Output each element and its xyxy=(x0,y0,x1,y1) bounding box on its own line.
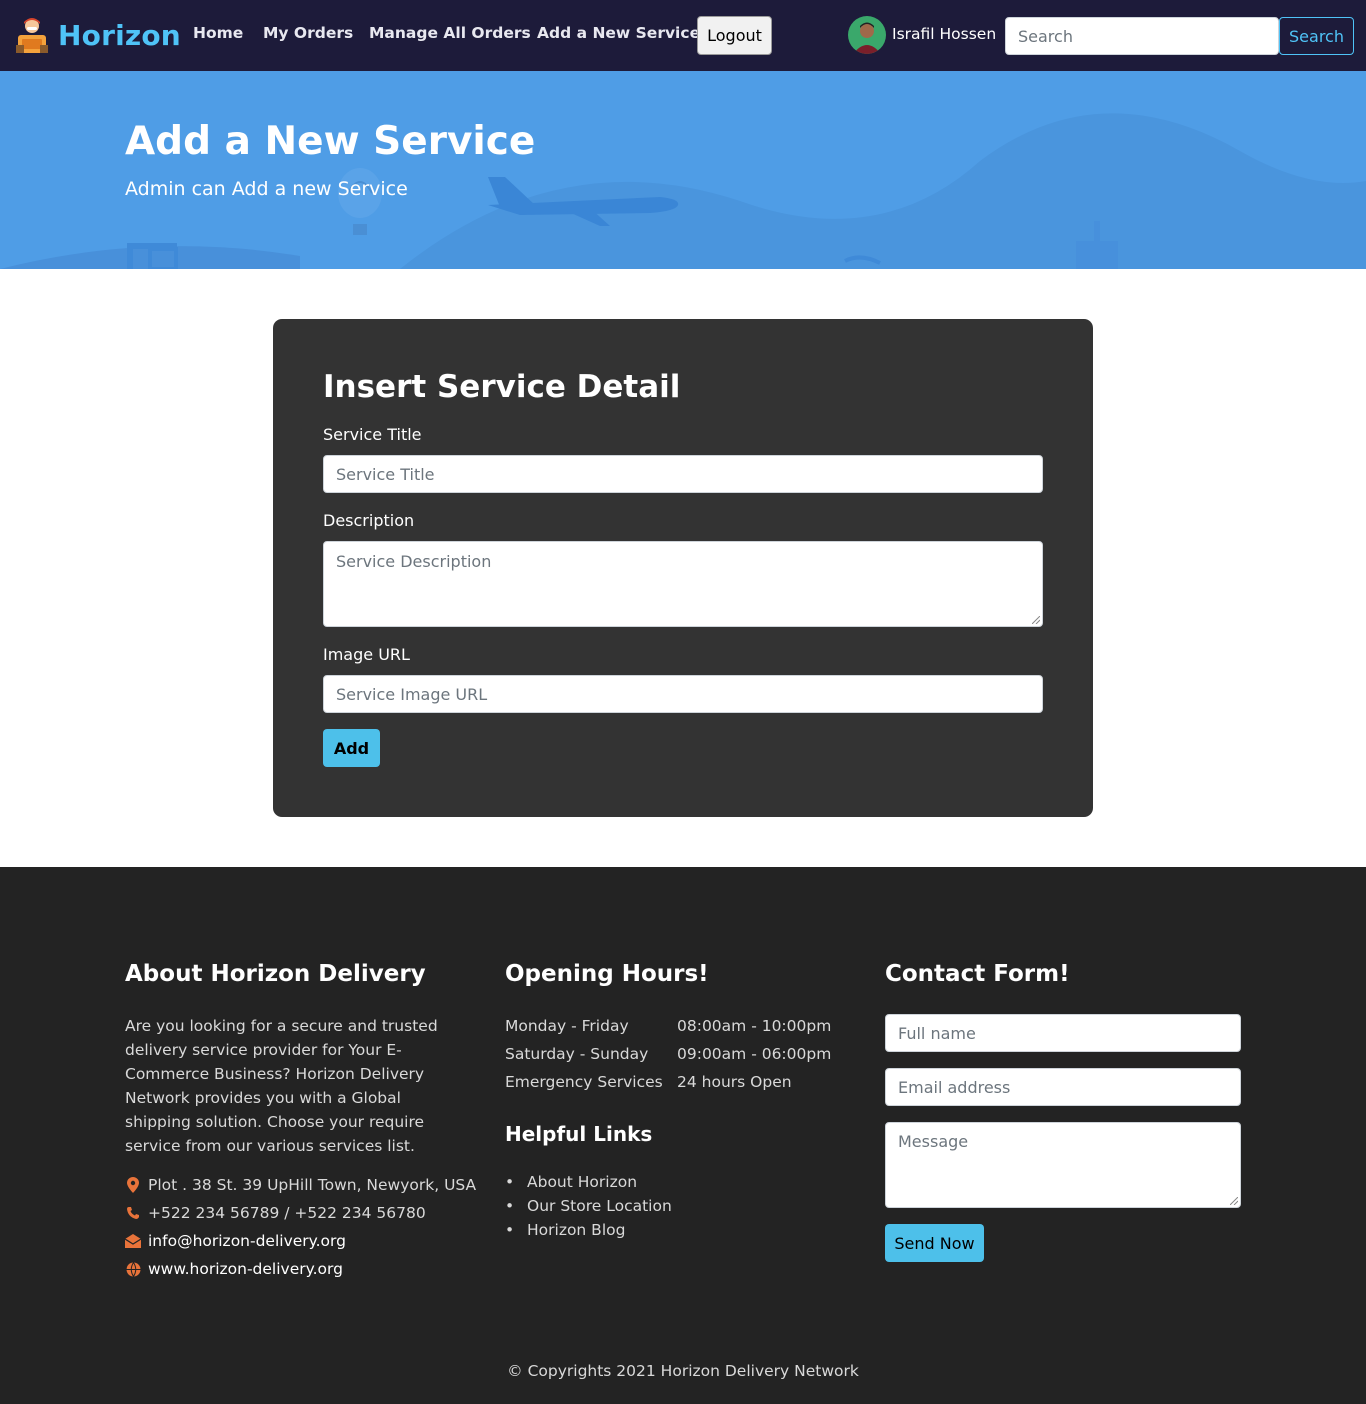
description-placeholder: Service Description xyxy=(336,552,492,571)
nav-link-home[interactable]: Home xyxy=(193,24,243,42)
hours-day: Emergency Services xyxy=(505,1073,663,1091)
logout-button[interactable]: Logout xyxy=(697,16,772,55)
page-title: Add a New Service xyxy=(125,119,536,164)
hero-banner: Add a New Service Admin can Add a new Se… xyxy=(0,71,1366,269)
hours-day: Saturday - Sunday xyxy=(505,1045,649,1063)
full-name-input[interactable]: Full name xyxy=(885,1014,1241,1052)
globe-icon xyxy=(125,1261,141,1277)
address-row: Plot . 38 St. 39 UpHill Town, Newyork, U… xyxy=(125,1176,476,1194)
hours-time: 24 hours Open xyxy=(677,1073,792,1091)
contact-heading: Contact Form! xyxy=(885,961,1070,987)
send-now-button[interactable]: Send Now xyxy=(885,1224,984,1262)
link-about-horizon[interactable]: About Horizon xyxy=(505,1173,637,1191)
copyright: © Copyrights 2021 Horizon Delivery Netwo… xyxy=(507,1362,859,1380)
page-subtitle: Admin can Add a new Service xyxy=(125,178,408,200)
search-input[interactable]: Search xyxy=(1005,17,1279,55)
website-link[interactable]: www.horizon-delivery.org xyxy=(148,1260,343,1278)
service-title-label: Service Title xyxy=(323,425,422,444)
image-url-label: Image URL xyxy=(323,645,410,664)
hero-illustration xyxy=(0,113,1366,269)
hours-time: 08:00am - 10:00pm xyxy=(677,1017,832,1035)
delivery-man-icon xyxy=(14,15,50,55)
about-heading: About Horizon Delivery xyxy=(125,961,426,987)
avatar xyxy=(848,16,886,54)
hours-day: Monday - Friday xyxy=(505,1017,629,1035)
nav-link-manage-all-orders[interactable]: Manage All Orders xyxy=(369,24,531,42)
links-heading: Helpful Links xyxy=(505,1122,653,1146)
image-url-input[interactable]: Service Image URL xyxy=(323,675,1043,713)
nav-link-add-new-service[interactable]: Add a New Service xyxy=(537,24,700,42)
service-form-card: Insert Service Detail Service Title Serv… xyxy=(273,319,1093,817)
link-horizon-blog[interactable]: Horizon Blog xyxy=(505,1221,625,1239)
brand[interactable]: Horizon xyxy=(14,13,181,57)
map-pin-icon xyxy=(125,1177,141,1193)
link-store-location[interactable]: Our Store Location xyxy=(505,1197,672,1215)
resize-handle-icon[interactable] xyxy=(1230,1197,1238,1205)
brand-name: Horizon xyxy=(58,18,181,52)
email-row: info@horizon-delivery.org xyxy=(125,1232,346,1250)
navbar: Horizon Home My Orders Manage All Orders… xyxy=(0,0,1366,71)
hours-heading: Opening Hours! xyxy=(505,961,709,987)
description-textarea[interactable]: Service Description xyxy=(323,541,1043,627)
service-title-input[interactable]: Service Title xyxy=(323,455,1043,493)
email-link[interactable]: info@horizon-delivery.org xyxy=(148,1232,346,1250)
phone-text: +522 234 56789 / +522 234 56780 xyxy=(148,1204,426,1222)
description-label: Description xyxy=(323,511,415,530)
envelope-icon xyxy=(125,1233,141,1249)
website-row: www.horizon-delivery.org xyxy=(125,1260,343,1278)
phone-row: +522 234 56789 / +522 234 56780 xyxy=(125,1204,426,1222)
message-textarea[interactable]: Message xyxy=(885,1122,1241,1208)
add-button[interactable]: Add xyxy=(323,729,380,767)
message-placeholder: Message xyxy=(898,1132,969,1151)
footer: About Horizon Delivery Are you looking f… xyxy=(0,867,1366,1404)
form-title: Insert Service Detail xyxy=(323,369,681,405)
search-button[interactable]: Search xyxy=(1279,17,1354,55)
user-name: Israfil Hossen xyxy=(892,25,997,43)
email-address-input[interactable]: Email address xyxy=(885,1068,1241,1106)
nav-link-my-orders[interactable]: My Orders xyxy=(263,24,353,42)
about-text: Are you looking for a secure and trusted… xyxy=(125,1017,438,1155)
address-text: Plot . 38 St. 39 UpHill Town, Newyork, U… xyxy=(148,1176,477,1194)
phone-icon xyxy=(125,1205,141,1221)
hours-time: 09:00am - 06:00pm xyxy=(677,1045,832,1063)
resize-handle-icon[interactable] xyxy=(1032,616,1040,624)
